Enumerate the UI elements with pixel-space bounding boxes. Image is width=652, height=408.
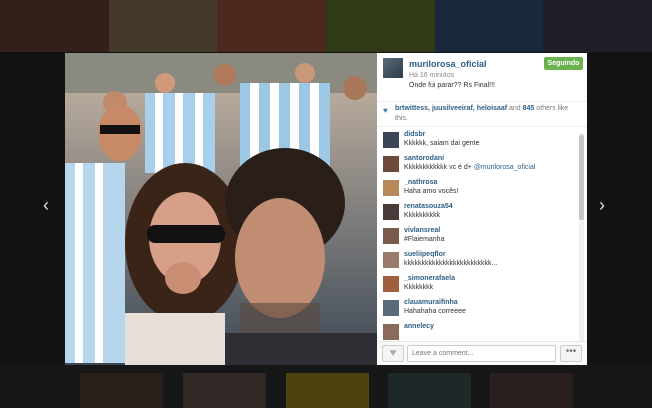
likes-connector: and xyxy=(507,105,523,112)
selfie-image xyxy=(65,53,377,365)
comment-text: kkkkkkkkkkkkkkkkkkkkkkkkk... xyxy=(404,260,498,267)
comment-body: Kkkkkkkkkkkk vc é d+ xyxy=(404,164,474,171)
comment-username[interactable]: renatasouza54 xyxy=(404,203,453,210)
next-arrow-icon[interactable]: › xyxy=(599,196,605,214)
comment-text: Kkkkkk, saiam dai gente xyxy=(404,140,480,147)
comment-input[interactable] xyxy=(407,345,556,362)
avatar[interactable] xyxy=(383,252,399,268)
comment: annelecy xyxy=(377,322,587,342)
comment-text: #Flaiemanha xyxy=(404,236,445,243)
post-caption: Onde fui parar?? Rs Final!!! xyxy=(409,82,495,89)
previous-arrow-icon[interactable]: ‹ xyxy=(43,196,49,214)
comment-list: didsbr Kkkkkk, saiam dai gente santoroda… xyxy=(377,130,587,342)
avatar[interactable] xyxy=(383,276,399,292)
post-modal: murilorosa_oficial Há 16 minutos Onde fu… xyxy=(65,53,587,365)
comment: vivlansreal #Flaiemanha xyxy=(377,226,587,250)
comment: sueliipeqflor kkkkkkkkkkkkkkkkkkkkkkkkk.… xyxy=(377,250,587,274)
comment: clauamuraifinha Hahahaha correeee xyxy=(377,298,587,322)
comment-username[interactable]: clauamuraifinha xyxy=(404,299,458,306)
comment: _simonerafaela Kkkkkkkk xyxy=(377,274,587,298)
avatar[interactable] xyxy=(383,58,403,78)
comment-username[interactable]: sueliipeqflor xyxy=(404,251,446,258)
avatar[interactable] xyxy=(383,132,399,148)
comment-footer: ♥ ••• xyxy=(377,341,587,365)
comment-username[interactable]: annelecy xyxy=(404,323,434,330)
following-button[interactable]: Seguindo xyxy=(544,57,583,70)
like-button[interactable]: ♥ xyxy=(382,345,404,362)
comment-text: Kkkkkkkk xyxy=(404,284,434,291)
more-options-button[interactable]: ••• xyxy=(560,345,582,362)
avatar[interactable] xyxy=(383,156,399,172)
comment: renatasouza54 Kkkkkkkkkk xyxy=(377,202,587,226)
scrollbar-thumb[interactable] xyxy=(579,135,584,220)
comment-text: Haha amo vocês! xyxy=(404,188,459,195)
comments-scrollbar[interactable] xyxy=(579,133,584,341)
comment-text: Hahahaha correeee xyxy=(404,308,466,315)
mention-link[interactable]: @murilorosa_oficial xyxy=(474,164,536,171)
comment: didsbr Kkkkkk, saiam dai gente xyxy=(377,130,587,154)
avatar[interactable] xyxy=(383,324,399,340)
comment-username[interactable]: _simonerafaela xyxy=(404,275,455,282)
post-header: murilorosa_oficial Há 16 minutos Onde fu… xyxy=(377,53,587,98)
ellipsis-icon: ••• xyxy=(565,346,577,357)
likers-list[interactable]: brtwittess, juusilveeiraf, heloisaaf xyxy=(395,105,507,112)
avatar[interactable] xyxy=(383,228,399,244)
likes-count[interactable]: 845 xyxy=(523,105,535,112)
comment-username[interactable]: didsbr xyxy=(404,131,425,138)
heart-icon: ♥ xyxy=(383,106,388,115)
heart-icon: ♥ xyxy=(389,347,397,359)
avatar[interactable] xyxy=(383,180,399,196)
post-sidebar: murilorosa_oficial Há 16 minutos Onde fu… xyxy=(377,53,587,365)
photo-viewer: ‹ › murilorosa_oficial Há 16 minutos Ond… xyxy=(0,0,652,408)
comment-username[interactable]: vivlansreal xyxy=(404,227,440,234)
avatar[interactable] xyxy=(383,204,399,220)
post-username[interactable]: murilorosa_oficial xyxy=(409,59,487,69)
comment-text: Kkkkkkkkkk xyxy=(404,212,441,219)
comment-text: Kkkkkkkkkkkk vc é d+ @murilorosa_oficial xyxy=(404,164,535,171)
comment-username[interactable]: _nathrosa xyxy=(404,179,437,186)
comment-username[interactable]: santorodani xyxy=(404,155,444,162)
likes-summary: ♥ brtwittess, juusilveeiraf, heloisaaf a… xyxy=(377,101,587,127)
post-photo xyxy=(65,53,377,365)
comment: _nathrosa Haha amo vocês! xyxy=(377,178,587,202)
post-timestamp: Há 16 minutos xyxy=(409,72,455,79)
comment: santorodani Kkkkkkkkkkkk vc é d+ @murilo… xyxy=(377,154,587,178)
avatar[interactable] xyxy=(383,300,399,316)
